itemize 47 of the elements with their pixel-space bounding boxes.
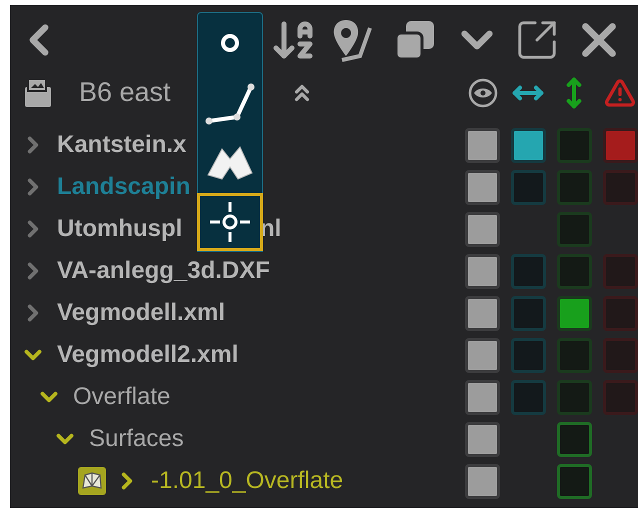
tree-item-label[interactable]: Surfaces bbox=[89, 421, 184, 457]
surface-icon bbox=[78, 467, 106, 495]
horizontal-toggle[interactable] bbox=[511, 338, 546, 372]
visibility-checkbox[interactable] bbox=[465, 212, 500, 246]
polyline-icon bbox=[205, 81, 255, 125]
vertical-toggle[interactable] bbox=[557, 380, 592, 414]
visibility-checkbox[interactable] bbox=[465, 422, 500, 456]
eye-icon bbox=[468, 78, 498, 108]
horizontal-toggle[interactable] bbox=[511, 380, 546, 414]
vertical-toggle[interactable] bbox=[557, 464, 592, 498]
warning-icon bbox=[604, 76, 636, 108]
tree-item-label[interactable]: Kantstein.x bbox=[57, 127, 186, 163]
warning-toggle[interactable] bbox=[603, 338, 638, 372]
tree-item-label[interactable]: Vegmodell2.xml bbox=[57, 337, 238, 373]
tree-item-label[interactable]: Overflate bbox=[73, 379, 170, 415]
vertical-toggle[interactable] bbox=[557, 338, 592, 372]
vertical-toggle[interactable] bbox=[557, 422, 592, 456]
tree-item-label[interactable]: Utomhuspl bbox=[57, 211, 182, 247]
point-icon bbox=[219, 32, 241, 54]
visibility-checkbox[interactable] bbox=[465, 380, 500, 414]
horizontal-toggle[interactable] bbox=[511, 170, 546, 204]
visibility-checkbox[interactable] bbox=[465, 464, 500, 498]
vertical-toggle[interactable] bbox=[557, 296, 592, 330]
warning-toggle[interactable] bbox=[603, 254, 638, 288]
tree-item-label[interactable]: VA-anlegg_3d.DXF bbox=[57, 253, 270, 289]
image-folder-icon bbox=[25, 78, 51, 106]
visibility-checkbox[interactable] bbox=[465, 338, 500, 372]
warning-toggle[interactable] bbox=[603, 296, 638, 330]
vertical-toggle[interactable] bbox=[557, 128, 592, 162]
horizontal-toggle[interactable] bbox=[511, 254, 546, 288]
visibility-checkbox[interactable] bbox=[465, 128, 500, 162]
horizontal-toggle[interactable] bbox=[511, 296, 546, 330]
vertical-toggle[interactable] bbox=[557, 212, 592, 246]
tree-item-label[interactable]: Vegmodell.xml bbox=[57, 295, 226, 331]
visibility-checkbox[interactable] bbox=[465, 296, 500, 330]
tree-item-label[interactable]: -1.01_0_Overflate bbox=[151, 463, 344, 499]
vertical-toggle[interactable] bbox=[557, 170, 592, 204]
warning-toggle[interactable] bbox=[603, 380, 638, 414]
tool-button[interactable] bbox=[197, 193, 263, 251]
folder-title: B6 east bbox=[79, 76, 171, 110]
vertical-toggle[interactable] bbox=[557, 254, 592, 288]
horizontal-toggle[interactable] bbox=[511, 128, 546, 162]
visibility-checkbox[interactable] bbox=[465, 170, 500, 204]
visibility-checkbox[interactable] bbox=[465, 254, 500, 288]
warning-toggle[interactable] bbox=[603, 170, 638, 204]
warning-toggle[interactable] bbox=[603, 128, 638, 162]
crosshair-icon bbox=[208, 200, 252, 244]
